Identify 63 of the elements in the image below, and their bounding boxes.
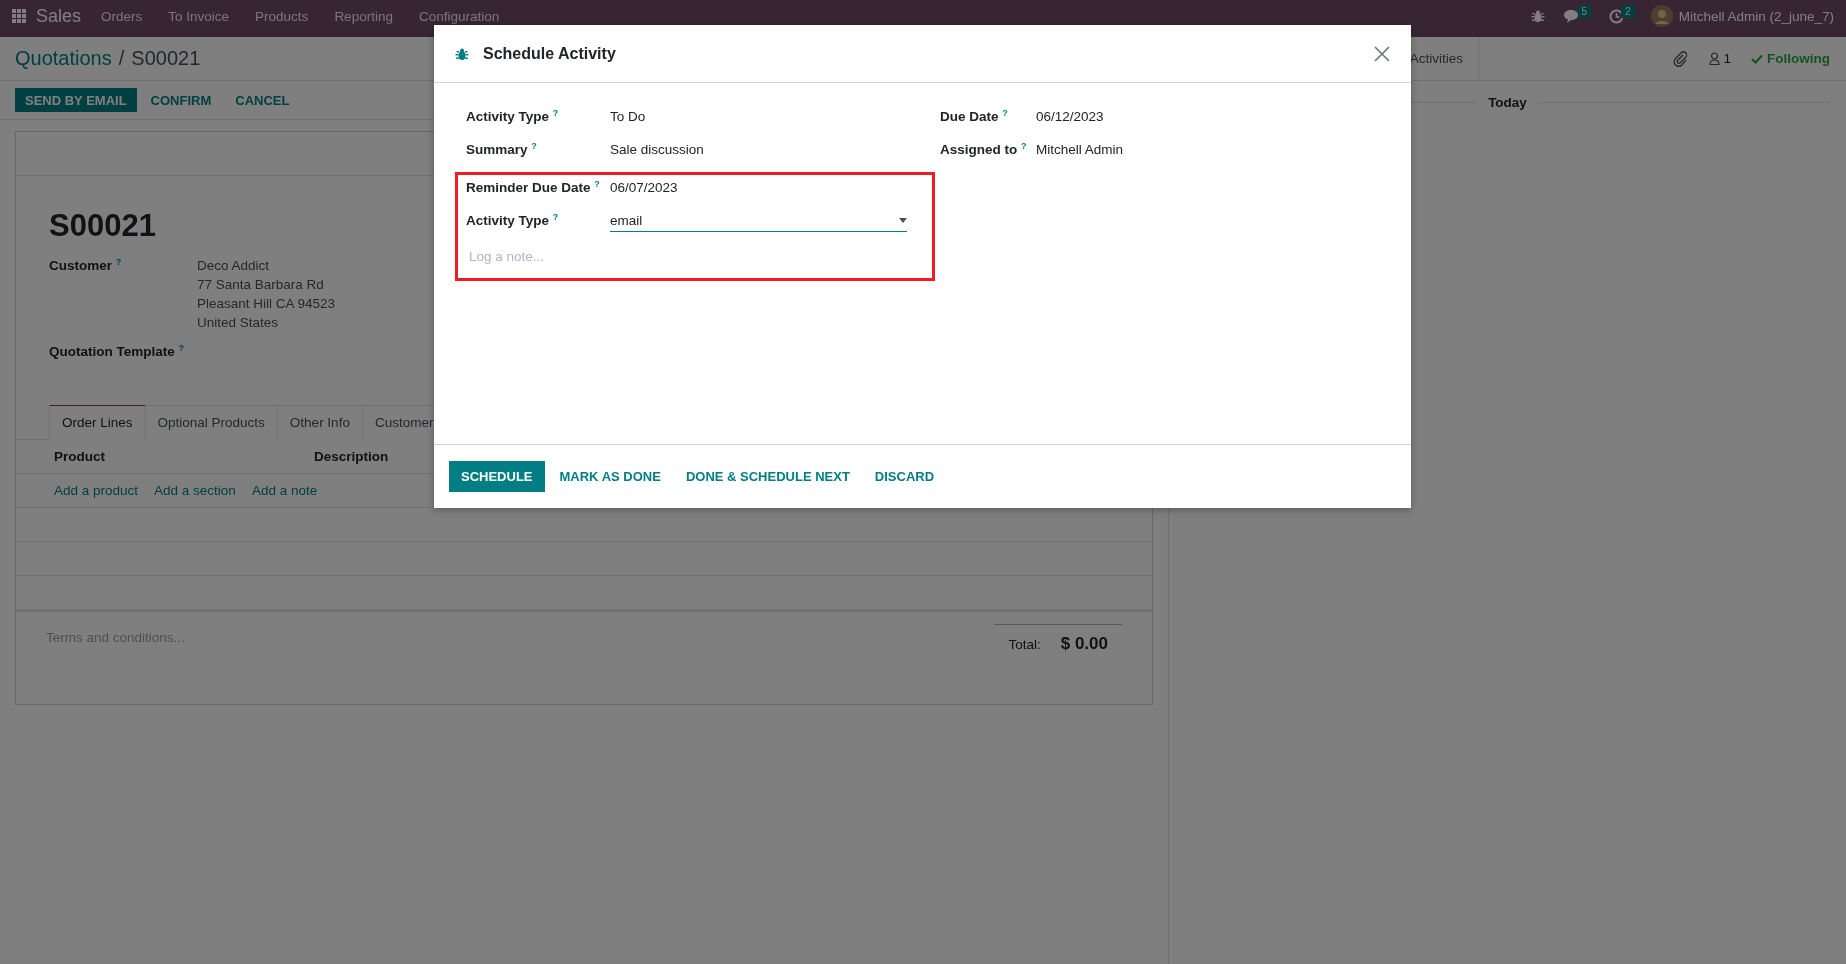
primary-button[interactable]: SCHEDULE [449,461,545,492]
select-field[interactable]: email [610,213,907,232]
menu-item[interactable]: Configuration [418,8,500,24]
app-name[interactable]: Sales [36,5,82,27]
action-button[interactable]: CONFIRM [140,88,222,112]
add-link[interactable]: Add a product [54,483,139,498]
field-value: Pleasant Hill CA 94523 [197,296,337,311]
field-label: Summary $^{?}$ [466,142,538,157]
column-header: Description [314,449,390,464]
field-value[interactable]: Mitchell Admin [1036,142,1390,157]
menu-item[interactable]: Reporting [334,8,393,24]
dialog-title: Schedule Activity [483,44,617,63]
bug-icon[interactable] [1530,9,1545,23]
field-label: Due Date $^{?}$ [940,109,1009,124]
field-label: Customer $^{?}$ [49,258,123,275]
menu-item[interactable]: To Invoice [168,8,230,24]
field-label: Activity Type $^{?}$ [466,109,560,124]
field-value: 77 Santa Barbara Rd [197,277,325,292]
tab[interactable]: Other Info [276,405,363,440]
apps-grid-icon[interactable] [12,9,26,23]
breadcrumb-current: S00021 [131,47,201,70]
record-title: S00021 [49,208,156,244]
field-value: United States [197,315,280,330]
caret-icon [899,218,907,223]
field-label: Quotation Template $^{?}$ [49,344,185,359]
note-field[interactable]: Log a note... [458,246,932,267]
user-name[interactable]: Mitchell Admin (2_june_7) [1678,8,1834,24]
add-link[interactable]: Add a note [251,483,318,498]
field-label: Activity Type $^{?}$ [466,213,560,228]
total-value: $ 0.00 [1060,634,1108,654]
chatter-button[interactable]: Activities [1409,51,1463,66]
field-value[interactable]: 06/07/2023 [610,180,932,195]
notification-badge: 2 [1621,5,1635,18]
person-icon[interactable] [1709,52,1721,65]
notification-badge: 5 [1577,5,1592,18]
action-button[interactable]: DISCARD [862,461,947,492]
tab[interactable]: Optional Products [144,405,278,440]
field-label: Reminder Due Date $^{?}$ [466,180,601,195]
action-button[interactable]: MARK AS DONE [547,461,673,492]
following-button[interactable]: Following [1751,51,1830,66]
field-value[interactable]: To Do [610,109,935,124]
clock-icon[interactable] [1609,8,1625,24]
menu-item[interactable]: Orders [101,8,143,24]
follower-count[interactable]: 1 [1723,51,1731,66]
primary-button[interactable]: SEND BY EMAIL [15,88,137,112]
close-icon[interactable] [1374,45,1390,62]
field-value[interactable]: 06/12/2023 [1036,109,1390,124]
action-button[interactable]: DONE & SCHEDULE NEXT [673,461,862,492]
avatar-icon[interactable] [1650,5,1673,27]
bug-icon [455,46,469,61]
menu-item[interactable]: Products [255,8,309,24]
action-button[interactable]: CANCEL [225,88,300,112]
chat-icon[interactable] [1562,8,1581,24]
field-value[interactable]: Sale discussion [610,142,935,157]
breadcrumb-link[interactable]: Quotations [15,47,112,70]
check-icon [1751,53,1763,64]
field-label: Assigned to $^{?}$ [940,142,1028,157]
breadcrumb-separator: / [118,47,125,70]
paperclip-icon[interactable] [1673,50,1688,67]
tab[interactable]: Order Lines [49,405,146,440]
total-label: Total: [1008,636,1041,652]
add-link[interactable]: Add a section [154,483,236,498]
column-header: Product [54,449,106,464]
